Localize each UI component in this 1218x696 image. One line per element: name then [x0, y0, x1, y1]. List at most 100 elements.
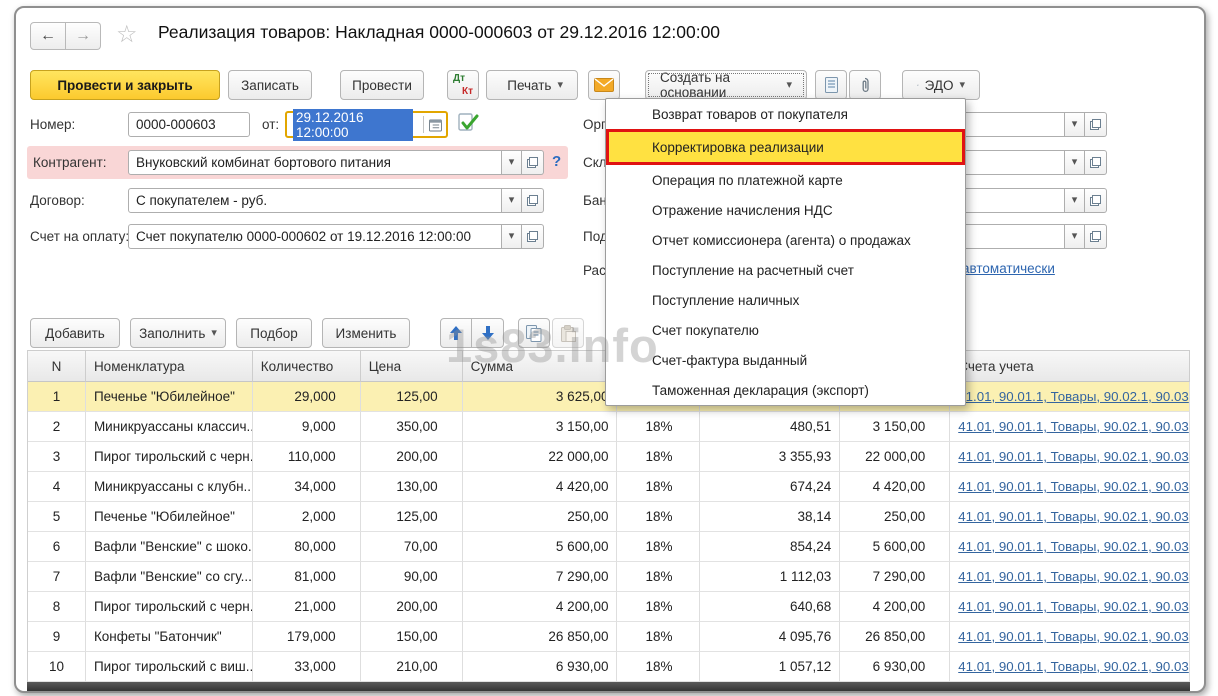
table-cell: 6 930,00: [840, 652, 950, 682]
menu-item[interactable]: Корректировка реализации: [606, 129, 965, 165]
table-row[interactable]: 3Пирог тирольский с черн...110,000200,00…: [28, 442, 1190, 472]
counterparty-open-button[interactable]: [522, 150, 544, 175]
contract-open-button[interactable]: [522, 188, 544, 213]
dtkt-icon: Дт Кт: [453, 75, 473, 95]
menu-item[interactable]: Поступление наличных: [606, 285, 965, 315]
table-cell: 21,000: [253, 592, 361, 622]
menu-item[interactable]: Возврат товаров от покупателя: [606, 99, 965, 129]
table-cell: 110,000: [253, 442, 361, 472]
back-button[interactable]: ←: [30, 22, 66, 50]
bank-account-dropdown-button[interactable]: ▾: [1065, 188, 1085, 213]
print-button[interactable]: Печать▾: [486, 70, 578, 100]
accounts-link[interactable]: 41.01, 90.01.1, Товары, 90.02.1, 90.03: [958, 659, 1189, 674]
accounts-link[interactable]: 41.01, 90.01.1, Товары, 90.02.1, 90.03: [958, 539, 1189, 554]
table-cell: 41.01, 90.01.1, Товары, 90.02.1, 90.03: [950, 562, 1190, 592]
table-row[interactable]: 6Вафли "Венские" с шоко...80,00070,005 6…: [28, 532, 1190, 562]
calendar-icon[interactable]: [429, 118, 442, 132]
menu-item[interactable]: Счет-фактура выданный: [606, 345, 965, 375]
accounts-link[interactable]: 41.01, 90.01.1, Товары, 90.02.1, 90.03: [958, 629, 1189, 644]
table-row[interactable]: 8Пирог тирольский с черн...21,000200,004…: [28, 592, 1190, 622]
table-row[interactable]: 2Миникруассаны классич...9,000350,003 15…: [28, 412, 1190, 442]
warehouse-open-button[interactable]: [1085, 150, 1107, 175]
save-button[interactable]: Записать: [228, 70, 312, 100]
accounts-link[interactable]: 41.01, 90.01.1, Товары, 90.02.1, 90.03: [958, 599, 1189, 614]
contract-dropdown-button[interactable]: ▾: [502, 188, 522, 213]
pick-button[interactable]: Подбор: [236, 318, 312, 348]
menu-item[interactable]: Отражение начисления НДС: [606, 195, 965, 225]
table-cell: 2,000: [253, 502, 361, 532]
menu-item[interactable]: Операция по платежной карте: [606, 165, 965, 195]
number-input[interactable]: 0000-000603: [128, 112, 250, 137]
table-cell: 41.01, 90.01.1, Товары, 90.02.1, 90.03: [950, 652, 1190, 682]
attachments-button[interactable]: [849, 70, 881, 100]
accounts-link[interactable]: 41.01, 90.01.1, Товары, 90.02.1, 90.03: [958, 419, 1189, 434]
department-dropdown-button[interactable]: ▾: [1065, 224, 1085, 249]
table-cell: Конфеты "Батончик": [86, 622, 253, 652]
dtkt-button[interactable]: Дт Кт: [447, 70, 479, 100]
table-cell: 4 095,76: [700, 622, 840, 652]
open-form-icon: [1090, 119, 1101, 130]
accounts-link[interactable]: 41.01, 90.01.1, Товары, 90.02.1, 90.03: [958, 509, 1189, 524]
table-cell: 480,51: [700, 412, 840, 442]
table-cell: 3 355,93: [700, 442, 840, 472]
open-form-icon: [527, 195, 538, 206]
menu-item[interactable]: Отчет комиссионера (агента) о продажах: [606, 225, 965, 255]
forward-button[interactable]: →: [66, 22, 101, 50]
edit-row-button[interactable]: Изменить: [322, 318, 410, 348]
table-row[interactable]: 4Миникруассаны с клубн...34,000130,004 4…: [28, 472, 1190, 502]
contract-input[interactable]: С покупателем - руб.: [128, 188, 502, 213]
post-button[interactable]: Провести: [340, 70, 424, 100]
column-header[interactable]: Счета учета: [950, 350, 1190, 382]
accounts-link[interactable]: 41.01, 90.01.1, Товары, 90.02.1, 90.03: [958, 449, 1189, 464]
table-cell: 640,68: [700, 592, 840, 622]
send-email-button[interactable]: [588, 70, 620, 100]
date-input[interactable]: 29.12.2016 12:00:00: [285, 111, 448, 138]
chevron-down-icon: ▾: [509, 195, 515, 206]
department-open-button[interactable]: [1085, 224, 1107, 249]
add-row-button[interactable]: Добавить: [30, 318, 120, 348]
table-row[interactable]: 7Вафли "Венские" со сгу...81,00090,007 2…: [28, 562, 1190, 592]
table-row[interactable]: 9Конфеты "Батончик"179,000150,0026 850,0…: [28, 622, 1190, 652]
table-cell: 38,14: [700, 502, 840, 532]
chevron-down-icon: ▾: [1072, 231, 1078, 242]
menu-item[interactable]: Поступление на расчетный счет: [606, 255, 965, 285]
organization-open-button[interactable]: [1085, 112, 1107, 137]
bank-account-open-button[interactable]: [1085, 188, 1107, 213]
table-cell: 250,00: [840, 502, 950, 532]
settlements-auto-link[interactable]: автоматически: [962, 261, 1055, 276]
accounts-link[interactable]: 41.01, 90.01.1, Товары, 90.02.1, 90.03: [958, 389, 1189, 404]
column-header[interactable]: Номенклатура: [86, 350, 253, 382]
column-header[interactable]: Количество: [253, 350, 361, 382]
table-cell: 674,24: [700, 472, 840, 502]
menu-item[interactable]: Счет покупателю: [606, 315, 965, 345]
organization-dropdown-button[interactable]: ▾: [1065, 112, 1085, 137]
document-report-button[interactable]: [815, 70, 847, 100]
table-cell: 179,000: [253, 622, 361, 652]
column-header[interactable]: N: [28, 350, 86, 382]
open-form-icon: [1090, 157, 1101, 168]
table-cell: 26 850,00: [463, 622, 618, 652]
invoice-input[interactable]: Счет покупателю 0000-000602 от 19.12.201…: [128, 224, 502, 249]
counterparty-input[interactable]: Внуковский комбинат бортового питания: [128, 150, 502, 175]
create-based-on-button[interactable]: Создать на основании▾: [645, 70, 807, 100]
invoice-dropdown-button[interactable]: ▾: [502, 224, 522, 249]
accounts-link[interactable]: 41.01, 90.01.1, Товары, 90.02.1, 90.03: [958, 479, 1189, 494]
table-row[interactable]: 10Пирог тирольский с виш...33,000210,006…: [28, 652, 1190, 682]
menu-item[interactable]: Таможенная декларация (экспорт): [606, 375, 965, 405]
favorite-star-icon[interactable]: ☆: [116, 20, 138, 49]
warehouse-dropdown-button[interactable]: ▾: [1065, 150, 1085, 175]
table-row[interactable]: 5Печенье "Юбилейное"2,000125,00250,0018%…: [28, 502, 1190, 532]
forward-arrow-icon: →: [75, 27, 91, 45]
table-cell: 4 200,00: [840, 592, 950, 622]
invoice-open-button[interactable]: [522, 224, 544, 249]
table-cell: 18%: [617, 472, 700, 502]
help-icon[interactable]: ?: [552, 153, 561, 170]
accounts-link[interactable]: 41.01, 90.01.1, Товары, 90.02.1, 90.03: [958, 569, 1189, 584]
counterparty-dropdown-button[interactable]: ▾: [502, 150, 522, 175]
post-and-close-button[interactable]: Провести и закрыть: [30, 70, 220, 100]
fill-button[interactable]: Заполнить▾: [130, 318, 226, 348]
table-cell: 8: [28, 592, 86, 622]
edo-button[interactable]: ЭДО▾: [902, 70, 980, 100]
table-cell: 10: [28, 652, 86, 682]
paperclip-icon: [860, 77, 870, 94]
